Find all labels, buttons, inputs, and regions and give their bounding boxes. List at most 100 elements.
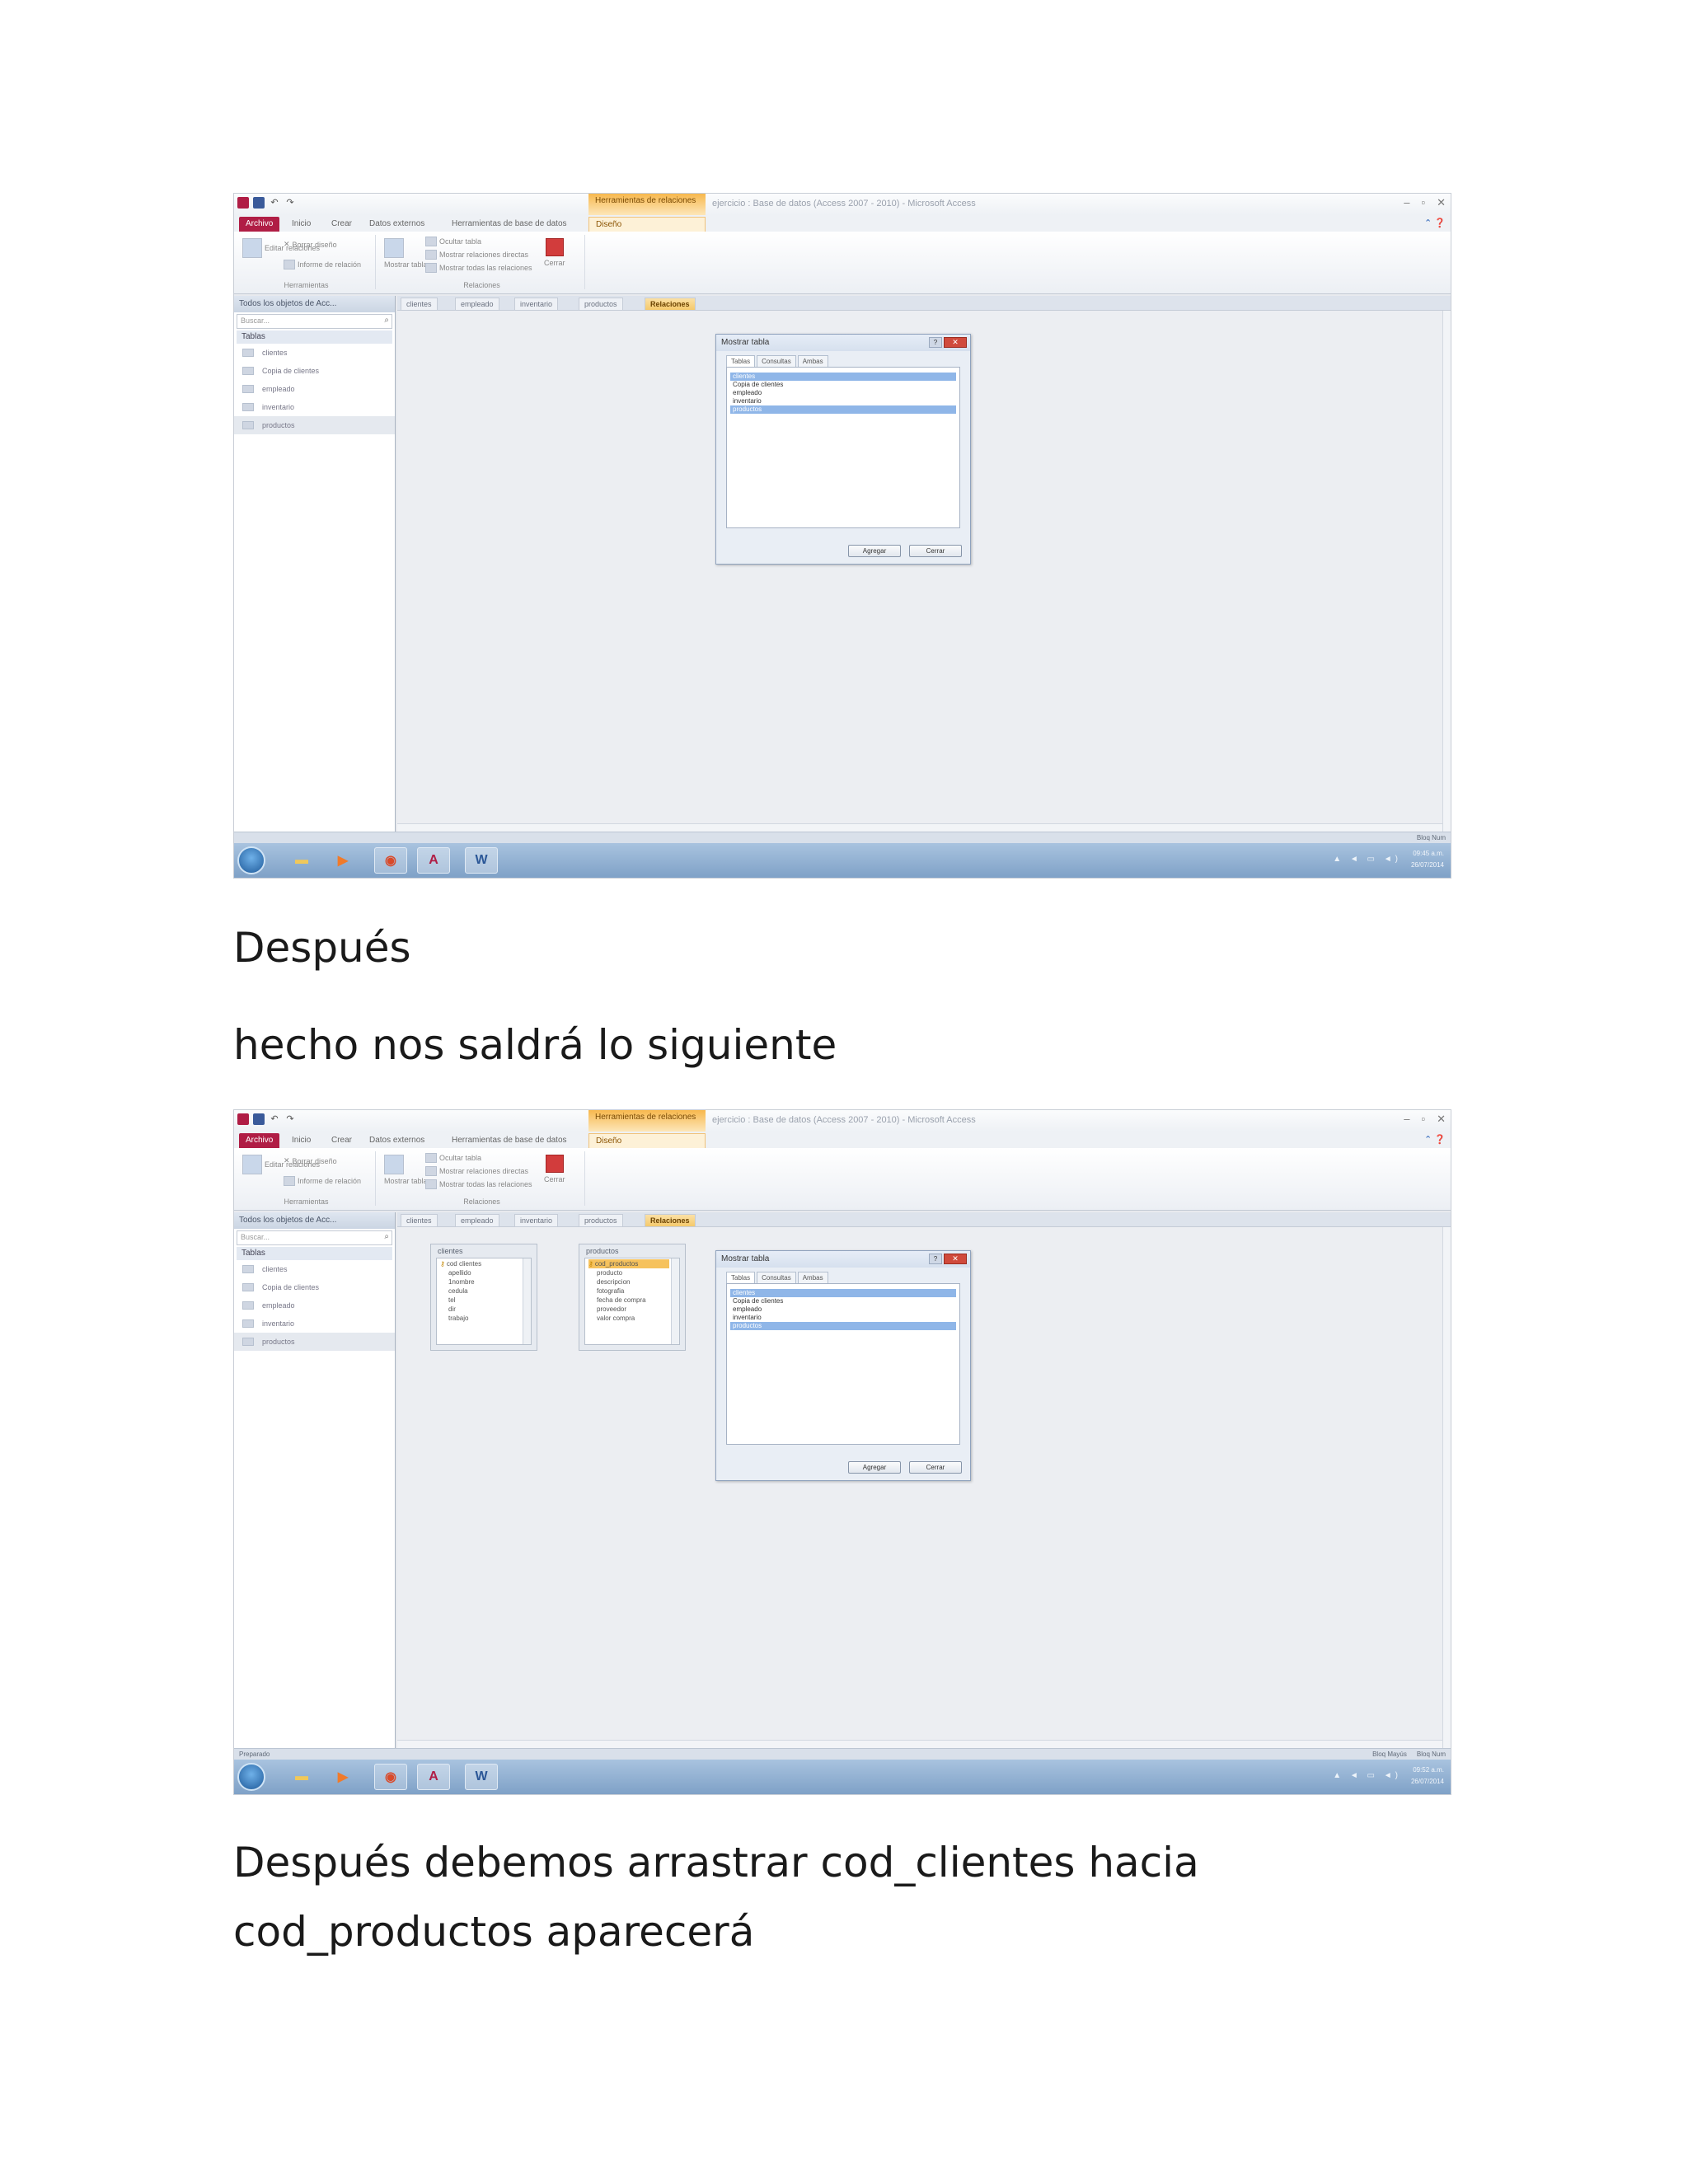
list-item[interactable]: productos [730,405,956,414]
tab-inicio[interactable]: Inicio [285,217,317,232]
nav-search-input[interactable]: Buscar... ⌕ [237,1230,392,1245]
nav-group-tablas[interactable]: Tablas [237,330,392,344]
horizontal-scrollbar[interactable] [397,823,1442,832]
vertical-scrollbar[interactable] [1442,1227,1451,1748]
nav-pane-header[interactable]: Todos los objetos de Acc... [234,1212,395,1229]
dialog-tab-consultas[interactable]: Consultas [757,1272,796,1283]
field-item[interactable]: proveedor [588,1305,669,1314]
dialog-tab-ambas[interactable]: Ambas [797,1272,828,1283]
field-item[interactable]: descripcion [588,1277,669,1286]
field-item[interactable]: fecha de compra [588,1296,669,1305]
nav-item-productos[interactable]: productos [234,416,395,434]
close-icon[interactable]: ✕ [1437,196,1446,209]
nav-item-copia-clientes[interactable]: Copia de clientes [234,362,395,380]
field-item[interactable]: apellido [440,1268,521,1277]
all-relations-button[interactable]: Mostrar todas las relaciones [425,1179,532,1189]
access-taskbar-icon[interactable]: A [417,1764,450,1790]
undo-icon[interactable]: ↶ [269,1113,280,1125]
undo-icon[interactable]: ↶ [269,197,280,209]
access-app-icon[interactable] [237,197,249,209]
doc-tab-clientes[interactable]: clientes [401,1214,438,1226]
close-icon[interactable]: ✕ [1437,1113,1446,1126]
field-item-key[interactable]: ⚷ cod_productos [588,1259,669,1268]
maximize-icon[interactable]: ▫ [1421,196,1425,209]
nav-item-productos[interactable]: productos [234,1333,395,1351]
horizontal-scrollbar[interactable] [397,1740,1442,1748]
word-taskbar-icon[interactable]: W [465,1764,498,1790]
save-icon[interactable] [253,1113,265,1125]
media-player-icon[interactable]: ▶ [326,1764,359,1790]
chrome-icon[interactable]: ◉ [374,847,407,874]
nav-item-inventario[interactable]: inventario [234,398,395,416]
all-relations-button[interactable]: Mostrar todas las relaciones [425,263,532,273]
minimize-icon[interactable]: – [1404,1113,1409,1126]
relation-report-button[interactable]: Informe de relación [284,260,361,269]
field-item[interactable]: tel [440,1296,521,1305]
list-item[interactable]: empleado [730,1305,956,1314]
list-item[interactable]: clientes [730,373,956,381]
tab-datos-externos[interactable]: Datos externos [363,217,431,232]
close-relations-button[interactable]: Cerrar [544,1155,565,1183]
nav-item-inventario[interactable]: inventario [234,1315,395,1333]
taskbar-clock[interactable]: 09:45 a.m. 26/07/2014 [1411,848,1444,871]
vertical-scrollbar[interactable] [1442,311,1451,832]
tab-crear[interactable]: Crear [325,1133,359,1148]
tab-herramientas-bd[interactable]: Herramientas de base de datos [445,1133,574,1148]
field-list-clientes[interactable]: clientes ⚷ cod clientes apellido 1nombre … [430,1244,537,1351]
doc-tab-productos[interactable]: productos [579,298,623,310]
redo-icon[interactable]: ↷ [284,1113,296,1125]
nav-item-copia-clientes[interactable]: Copia de clientes [234,1278,395,1296]
doc-tab-productos[interactable]: productos [579,1214,623,1226]
minimize-icon[interactable]: – [1404,196,1409,209]
doc-tab-empleado[interactable]: empleado [455,298,499,310]
list-item[interactable]: Copia de clientes [730,381,956,389]
field-item[interactable]: 1nombre [440,1277,521,1286]
tab-archivo[interactable]: Archivo [239,1133,280,1148]
dialog-close-button[interactable]: ✕ [944,1254,967,1264]
list-item[interactable]: productos [730,1322,956,1330]
tab-herramientas-bd[interactable]: Herramientas de base de datos [445,217,574,232]
nav-item-empleado[interactable]: empleado [234,1296,395,1315]
show-table-button[interactable]: Mostrar tabla [384,1155,428,1185]
nav-search-input[interactable]: Buscar... ⌕ [237,314,392,329]
field-item[interactable]: producto [588,1268,669,1277]
list-item[interactable]: clientes [730,1289,956,1297]
start-button[interactable] [237,1763,265,1791]
field-item[interactable]: cedula [440,1286,521,1296]
dialog-close-button[interactable]: ✕ [944,337,967,348]
doc-tab-inventario[interactable]: inventario [514,298,559,310]
help-button[interactable]: ? [929,1254,942,1264]
close-button[interactable]: Cerrar [909,545,962,557]
media-player-icon[interactable]: ▶ [326,847,359,874]
clear-layout-button[interactable]: ✕ Borrar diseño [284,240,337,249]
close-button[interactable]: Cerrar [909,1461,962,1474]
help-button[interactable]: ? [929,337,942,348]
nav-group-tablas[interactable]: Tablas [237,1247,392,1260]
doc-tab-relaciones[interactable]: Relaciones [645,298,696,310]
add-button[interactable]: Agregar [848,545,901,557]
tab-diseno[interactable]: Diseño [588,1133,706,1148]
tab-datos-externos[interactable]: Datos externos [363,1133,431,1148]
tab-inicio[interactable]: Inicio [285,1133,317,1148]
field-item-key[interactable]: ⚷ cod clientes [440,1259,521,1268]
direct-relations-button[interactable]: Mostrar relaciones directas [425,1166,528,1176]
explorer-icon[interactable]: ▬ [285,1764,318,1790]
clear-layout-button[interactable]: ✕ Borrar diseño [284,1156,337,1165]
dialog-tab-tablas[interactable]: Tablas [726,355,756,367]
explorer-icon[interactable]: ▬ [285,847,318,874]
field-list-scrollbar[interactable] [523,1258,531,1344]
help-icon[interactable]: ⌃ ❓ [1424,1134,1446,1145]
nav-item-empleado[interactable]: empleado [234,380,395,398]
system-tray[interactable]: ▲ ◄ ▭ ◄) [1333,1771,1401,1780]
system-tray[interactable]: ▲ ◄ ▭ ◄) [1333,855,1401,864]
dialog-tab-tablas[interactable]: Tablas [726,1272,756,1283]
dialog-tab-consultas[interactable]: Consultas [757,355,796,367]
chrome-icon[interactable]: ◉ [374,1764,407,1790]
list-item[interactable]: empleado [730,389,956,397]
taskbar-clock[interactable]: 09:52 a.m. 26/07/2014 [1411,1765,1444,1788]
access-taskbar-icon[interactable]: A [417,847,450,874]
hide-table-button[interactable]: Ocultar tabla [425,237,481,246]
doc-tab-empleado[interactable]: empleado [455,1214,499,1226]
add-button[interactable]: Agregar [848,1461,901,1474]
close-relations-button[interactable]: Cerrar [544,238,565,267]
